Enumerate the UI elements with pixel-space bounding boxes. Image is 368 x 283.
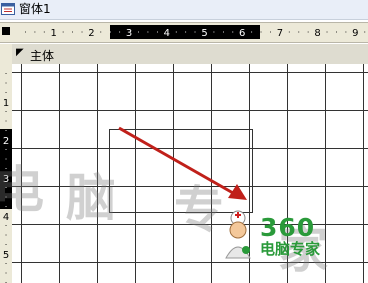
ruler-tick: · <box>156 28 159 37</box>
vertical-ruler[interactable]: ··················12345 <box>0 44 12 283</box>
ruler-tick: · <box>345 28 348 37</box>
ruler-tick: · <box>5 79 8 88</box>
window-title: 窗体1 <box>19 2 51 16</box>
title-bar: 窗体1 <box>0 0 368 20</box>
ruler-number: 2 <box>3 136 9 147</box>
ruler-number: 9 <box>352 28 358 39</box>
ruler-tick: · <box>222 28 225 37</box>
ruler-tick: · <box>81 28 84 37</box>
ruler-tick: · <box>118 28 121 37</box>
ruler-tick: · <box>335 28 338 37</box>
ruler-tick: · <box>269 28 272 37</box>
ruler-number: 5 <box>3 250 9 261</box>
ruler-number: 4 <box>3 212 9 223</box>
ruler-tick: · <box>194 28 197 37</box>
ruler-tick: · <box>62 28 65 37</box>
horizontal-ruler[interactable]: · · · · · · · · · · · · · · · · · · · · · · · · · · · · 1 2 3 4 5 6 7 8 9 <box>16 25 368 39</box>
section-header-detail[interactable]: ◤ 主体 <box>12 44 368 65</box>
ruler-row: · · · · · · · · · · · · · · · · · · · · · · · · · · · · 1 2 3 4 5 6 7 8 9 <box>0 22 368 43</box>
ruler-tick: · <box>147 28 150 37</box>
ruler-number: 2 <box>88 28 94 39</box>
ruler-tick: · <box>184 28 187 37</box>
ruler-tick: · <box>175 28 178 37</box>
ruler-tick: · <box>363 28 366 37</box>
ruler-tick: · <box>109 28 112 37</box>
ruler-tick: · <box>5 269 8 278</box>
ruler-tick: · <box>5 127 8 136</box>
ruler-tick: · <box>288 28 291 37</box>
ruler-tick: · <box>5 165 8 174</box>
ruler-tick: · <box>5 279 8 283</box>
ruler-tick: · <box>137 28 140 37</box>
ruler-number: 6 <box>239 28 245 39</box>
ruler-number: 4 <box>164 28 170 39</box>
ruler-tick: · <box>5 231 8 240</box>
ruler-tick: · <box>5 70 8 79</box>
ruler-tick: · <box>232 28 235 37</box>
section-label: 主体 <box>30 49 55 63</box>
ruler-tick: · <box>43 28 46 37</box>
ruler-tick: · <box>5 193 8 202</box>
ruler-number: 8 <box>314 28 320 39</box>
ruler-tick: · <box>260 28 263 37</box>
form-icon <box>1 3 15 15</box>
ruler-tick: · <box>71 28 74 37</box>
ruler-number: 1 <box>51 28 57 39</box>
ruler-tick: · <box>307 28 310 37</box>
section-arrow-icon: ◤ <box>16 47 24 58</box>
ruler-number: 5 <box>201 28 207 39</box>
ruler-number: 1 <box>3 98 9 109</box>
ruler-number: 3 <box>126 28 132 39</box>
ruler-number: 3 <box>3 174 9 185</box>
ruler-tick: · <box>5 89 8 98</box>
ruler-tick: · <box>5 203 8 212</box>
ruler-tick: · <box>5 155 8 164</box>
form-selector-button[interactable] <box>2 27 10 35</box>
ruler-tick: · <box>5 241 8 250</box>
ruler-tick: · <box>250 28 253 37</box>
ruler-tick: · <box>5 117 8 126</box>
selected-control-outline[interactable] <box>109 129 253 213</box>
ruler-tick: · <box>213 28 216 37</box>
ruler-number: 7 <box>277 28 283 39</box>
ruler-tick: · <box>326 28 329 37</box>
ruler-tick: · <box>100 28 103 37</box>
ruler-tick: · <box>24 28 27 37</box>
ruler-tick: · <box>297 28 300 37</box>
ruler-tick: · <box>34 28 37 37</box>
